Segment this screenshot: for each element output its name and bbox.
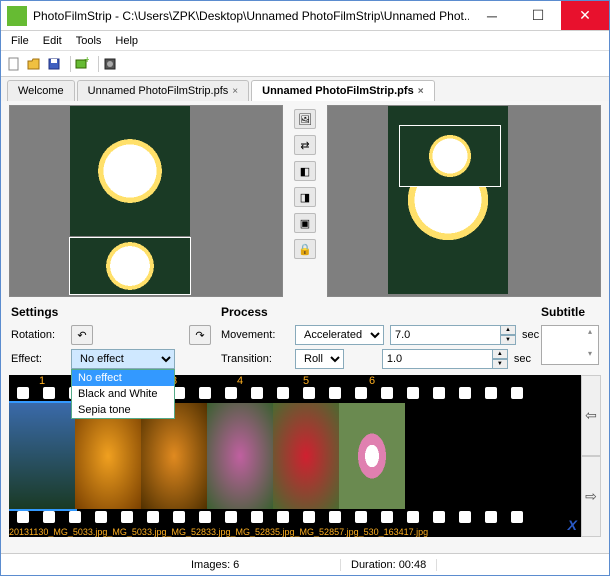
menu-tools[interactable]: Tools xyxy=(70,33,108,49)
preview-button[interactable]: ▣ xyxy=(294,213,316,233)
adjust-right-button[interactable]: ◨ xyxy=(294,187,316,207)
effect-label: Effect: xyxy=(11,353,65,365)
preview-right[interactable] xyxy=(327,105,601,297)
frame[interactable] xyxy=(339,403,405,509)
toolbar: + xyxy=(1,51,609,77)
window-title: PhotoFilmStrip - C:\Users\ZPK\Desktop\Un… xyxy=(33,1,469,30)
sprocket-holes xyxy=(9,511,581,525)
effect-option[interactable]: Black and White xyxy=(72,386,174,402)
sec-label: sec xyxy=(514,353,531,365)
scroll-up[interactable]: ▴ xyxy=(583,327,597,341)
movement-select[interactable]: Accelerated xyxy=(295,325,384,345)
effect-select[interactable]: No effect xyxy=(71,349,175,369)
clear-filmstrip-button[interactable]: X xyxy=(568,517,577,533)
movement-duration[interactable]: ▲▼ xyxy=(390,325,516,345)
crop-region[interactable] xyxy=(400,126,500,186)
toolbar-sep xyxy=(65,56,71,72)
process-panel: Process Movement: Accelerated ▲▼ sec Tra… xyxy=(221,305,531,369)
subtitle-input[interactable]: ▴ ▾ xyxy=(541,325,599,365)
preview-left[interactable] xyxy=(9,105,283,297)
toolbar-sep xyxy=(93,56,99,72)
menubar: File Edit Tools Help xyxy=(1,31,609,51)
status-duration: Duration: 00:48 xyxy=(341,559,437,571)
process-heading: Process xyxy=(221,305,531,319)
crop-region[interactable] xyxy=(70,238,190,294)
subtitle-panel: Subtitle ▴ ▾ xyxy=(541,305,599,369)
effect-dropdown: No effect Black and White Sepia tone xyxy=(71,369,175,419)
menu-file[interactable]: File xyxy=(5,33,35,49)
svg-text:+: + xyxy=(84,57,89,66)
rotate-cw-button[interactable]: ↷ xyxy=(189,325,211,345)
transition-duration[interactable]: ▲▼ xyxy=(382,349,508,369)
frame[interactable] xyxy=(273,403,339,509)
main-area: 🖼 ⇄ ◧ ◨ ▣ 🔒 Settings Rotation: ↶ ↷ Effec… xyxy=(1,101,609,553)
swap-button[interactable]: ⇄ xyxy=(294,135,316,155)
image-region[interactable] xyxy=(70,106,190,236)
new-button[interactable] xyxy=(5,55,23,73)
close-icon[interactable]: × xyxy=(418,86,424,97)
statusbar: Images: 6 Duration: 00:48 xyxy=(1,553,609,575)
spin-up[interactable]: ▲ xyxy=(500,325,516,335)
subtitle-heading: Subtitle xyxy=(541,305,599,319)
effect-option[interactable]: Sepia tone xyxy=(72,402,174,418)
maximize-button[interactable]: ☐ xyxy=(515,1,561,30)
tab-welcome[interactable]: Welcome xyxy=(7,80,75,101)
sec-label: sec xyxy=(522,329,539,341)
app-icon xyxy=(7,6,27,26)
close-icon[interactable]: × xyxy=(232,86,238,97)
scroll-right-button[interactable]: ⇨ xyxy=(581,456,601,537)
status-images: Images: 6 xyxy=(181,559,341,571)
spin-down[interactable]: ▼ xyxy=(500,335,516,345)
tabbar: Welcome Unnamed PhotoFilmStrip.pfs× Unna… xyxy=(1,77,609,101)
effect-option[interactable]: No effect xyxy=(72,370,174,386)
titlebar: PhotoFilmStrip - C:\Users\ZPK\Desktop\Un… xyxy=(1,1,609,31)
menu-help[interactable]: Help xyxy=(109,33,144,49)
lock-button[interactable]: 🔒 xyxy=(294,239,316,259)
menu-edit[interactable]: Edit xyxy=(37,33,68,49)
spin-up[interactable]: ▲ xyxy=(492,349,508,359)
save-button[interactable] xyxy=(45,55,63,73)
movement-label: Movement: xyxy=(221,329,289,341)
adjust-left-button[interactable]: ◧ xyxy=(294,161,316,181)
settings-heading: Settings xyxy=(11,305,211,319)
rotation-label: Rotation: xyxy=(11,329,65,341)
rotate-ccw-button[interactable]: ↶ xyxy=(71,325,93,345)
tab-project-2[interactable]: Unnamed PhotoFilmStrip.pfs× xyxy=(251,80,434,101)
frames xyxy=(9,403,405,509)
frame[interactable] xyxy=(9,403,75,509)
transition-select[interactable]: Roll xyxy=(295,349,344,369)
transition-label: Transition: xyxy=(221,353,289,365)
frame[interactable] xyxy=(207,403,273,509)
tab-project-1[interactable]: Unnamed PhotoFilmStrip.pfs× xyxy=(77,80,249,101)
controls: Settings Rotation: ↶ ↷ Effect: No effect… xyxy=(1,301,609,371)
preview-row: 🖼 ⇄ ◧ ◨ ▣ 🔒 xyxy=(1,101,609,301)
auto-path-button[interactable]: 🖼 xyxy=(294,109,316,129)
add-image-button[interactable]: + xyxy=(73,55,91,73)
settings-panel: Settings Rotation: ↶ ↷ Effect: No effect… xyxy=(11,305,211,369)
scroll-left-button[interactable]: ⇦ xyxy=(581,375,601,456)
render-button[interactable] xyxy=(101,55,119,73)
spin-down[interactable]: ▼ xyxy=(492,359,508,369)
open-button[interactable] xyxy=(25,55,43,73)
filenames: 20131130_MG_5033.jpg_MG_5033.jpg_MG_5283… xyxy=(9,527,581,537)
scroll-down[interactable]: ▾ xyxy=(583,349,597,363)
close-button[interactable]: ✕ xyxy=(561,1,609,30)
minimize-button[interactable]: ─ xyxy=(469,1,515,30)
tool-column: 🖼 ⇄ ◧ ◨ ▣ 🔒 xyxy=(291,105,319,297)
